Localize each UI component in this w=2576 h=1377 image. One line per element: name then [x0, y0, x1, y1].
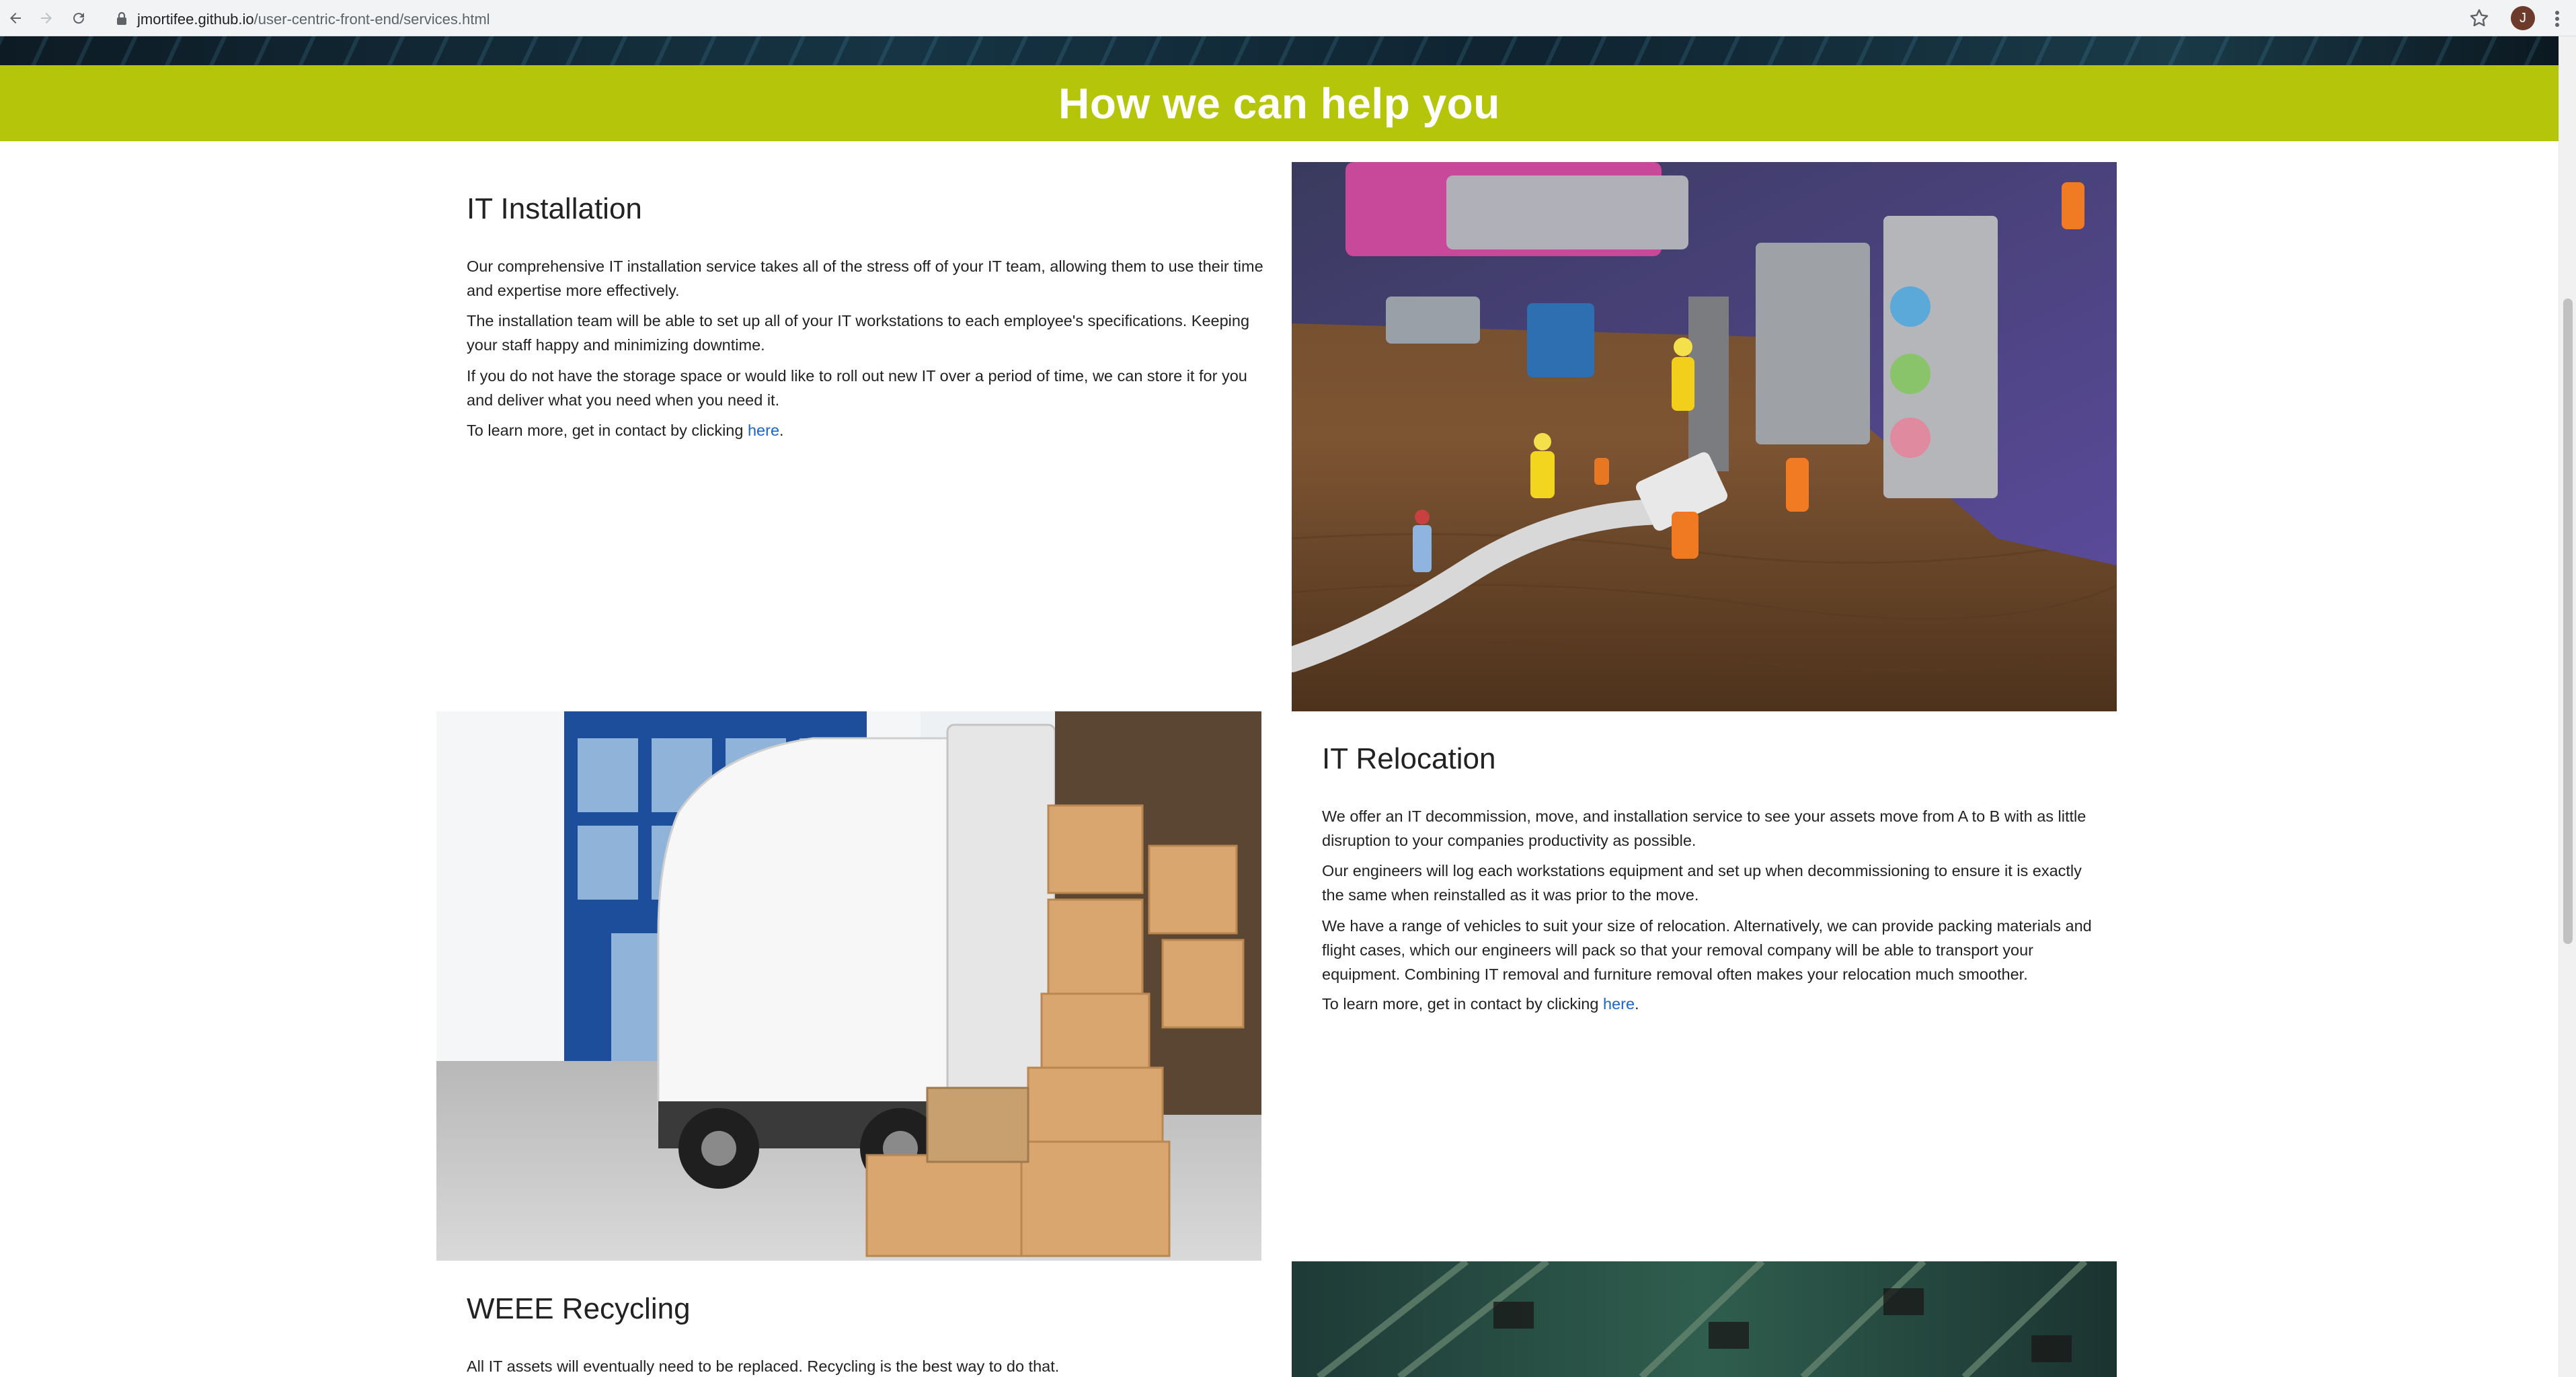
url-host: jmortifee.github.io	[137, 11, 254, 28]
contact-prefix: To learn more, get in contact by clickin…	[467, 422, 748, 439]
contact-suffix: .	[779, 422, 784, 439]
it-relocation-paragraph: We have a range of vehicles to suit your…	[1322, 917, 2092, 983]
weee-recycling-image	[1292, 1261, 2117, 1377]
back-arrow-icon	[10, 13, 21, 24]
it-relocation-image	[436, 711, 1261, 1261]
lock-icon	[117, 11, 126, 25]
contact-prefix: To learn more, get in contact by clickin…	[1322, 995, 1603, 1013]
star-icon[interactable]	[2468, 7, 2491, 30]
reload-button[interactable]	[66, 5, 91, 31]
it-relocation-paragraph: Our engineers will log each workstations…	[1322, 862, 2082, 904]
services-banner: How we can help you	[0, 65, 2559, 141]
url-text[interactable]: jmortifee.github.io/user-centric-front-e…	[137, 11, 490, 28]
it-installation-contact-text: To learn more, get in contact by clickin…	[467, 418, 1267, 442]
browser-toolbar: jmortifee.github.io/user-centric-front-e…	[0, 0, 2576, 36]
page-title: How we can help you	[1058, 79, 1500, 128]
hero-image-strip	[0, 36, 2559, 65]
it-installation-paragraph: If you do not have the storage space or …	[467, 367, 1247, 409]
section-title-it-installation: IT Installation	[467, 192, 642, 225]
address-bar[interactable]: jmortifee.github.io/user-centric-front-e…	[95, 3, 2483, 33]
it-installation-image	[1292, 162, 2117, 711]
it-installation-paragraph: Our comprehensive IT installation servic…	[467, 258, 1263, 299]
page-scrollbar[interactable]	[2559, 36, 2576, 1377]
weee-recycling-paragraph: All IT assets will eventually need to be…	[467, 1358, 1060, 1375]
it-installation-contact-link[interactable]: here	[748, 422, 779, 439]
section-title-it-relocation: IT Relocation	[1322, 742, 1496, 775]
scrollbar-thumb[interactable]	[2563, 299, 2573, 944]
reload-icon	[73, 13, 85, 24]
contact-suffix: .	[1635, 995, 1639, 1013]
it-installation-paragraph: The installation team will be able to se…	[467, 312, 1250, 354]
url-path: /user-centric-front-end/services.html	[253, 11, 490, 28]
page-viewport: How we can help you IT Installation Our …	[0, 36, 2559, 1377]
it-relocation-contact-link[interactable]: here	[1603, 995, 1635, 1013]
forward-button[interactable]	[34, 5, 59, 31]
profile-avatar[interactable]: J	[2511, 6, 2535, 30]
it-relocation-paragraph: We offer an IT decommission, move, and i…	[1322, 808, 2086, 849]
forward-arrow-icon	[41, 13, 52, 24]
back-button[interactable]	[3, 5, 28, 31]
profile-initial: J	[2520, 10, 2526, 26]
section-title-weee-recycling: WEEE Recycling	[467, 1292, 691, 1325]
menu-dots-icon[interactable]	[2547, 7, 2567, 31]
it-relocation-contact-text: To learn more, get in contact by clickin…	[1322, 992, 2095, 1016]
